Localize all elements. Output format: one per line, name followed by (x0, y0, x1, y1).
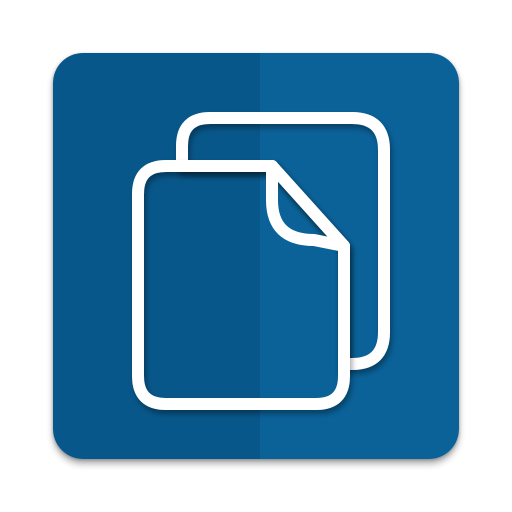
app-icon-canvas (0, 0, 512, 512)
copy-documents-icon (132, 112, 390, 410)
back-document-icon (176, 112, 390, 370)
front-document-icon (132, 160, 350, 410)
